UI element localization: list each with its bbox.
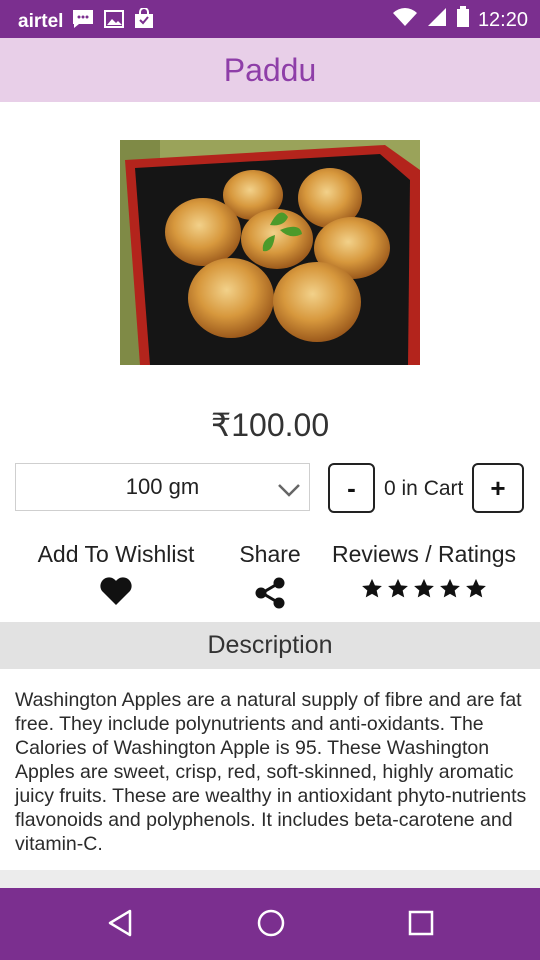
description-text: Washington Apples are a natural supply o… bbox=[15, 689, 527, 855]
decrease-quantity-button[interactable]: - bbox=[328, 463, 375, 513]
product-image bbox=[120, 140, 420, 365]
star-icon bbox=[466, 578, 486, 598]
status-left: airtel bbox=[18, 7, 155, 36]
star-icon bbox=[388, 578, 408, 598]
rating-stars bbox=[326, 578, 522, 600]
share-action[interactable]: Share bbox=[234, 541, 306, 616]
battery-icon bbox=[456, 6, 470, 34]
status-bar: airtel 12:20 bbox=[0, 0, 540, 38]
back-icon[interactable] bbox=[106, 908, 134, 943]
star-icon bbox=[362, 578, 382, 598]
image-icon bbox=[103, 9, 125, 35]
carrier-label: airtel bbox=[18, 11, 64, 32]
divider bbox=[0, 870, 540, 888]
share-label: Share bbox=[239, 541, 301, 567]
heart-icon bbox=[32, 576, 200, 612]
app-bar: Paddu bbox=[0, 38, 540, 102]
signal-icon bbox=[426, 6, 448, 34]
increase-quantity-button[interactable]: + bbox=[472, 463, 524, 513]
wishlist-action[interactable]: Add To Wishlist bbox=[32, 541, 200, 612]
weight-select[interactable]: 100 gm bbox=[15, 463, 310, 511]
share-icon bbox=[234, 576, 306, 616]
navigation-bar bbox=[0, 888, 540, 960]
wishlist-label: Add To Wishlist bbox=[37, 541, 195, 567]
reviews-label: Reviews / Ratings bbox=[331, 541, 517, 567]
star-icon bbox=[440, 578, 460, 598]
description-header: Description bbox=[0, 622, 540, 669]
status-right: 12:20 bbox=[392, 6, 528, 34]
cart-count: 0 in Cart bbox=[384, 477, 464, 500]
product-price: ₹100.00 bbox=[210, 407, 330, 443]
wifi-icon bbox=[392, 7, 418, 33]
clock: 12:20 bbox=[477, 8, 528, 31]
home-icon[interactable] bbox=[256, 908, 286, 943]
shopping-bag-icon bbox=[133, 7, 155, 36]
chevron-down-icon bbox=[277, 478, 301, 504]
star-icon bbox=[414, 578, 434, 598]
page-title: Paddu bbox=[223, 51, 317, 88]
weight-select-value: 100 gm bbox=[125, 474, 200, 499]
chat-icon bbox=[71, 8, 95, 36]
reviews-action[interactable]: Reviews / Ratings bbox=[326, 541, 522, 600]
recents-icon[interactable] bbox=[407, 908, 435, 943]
